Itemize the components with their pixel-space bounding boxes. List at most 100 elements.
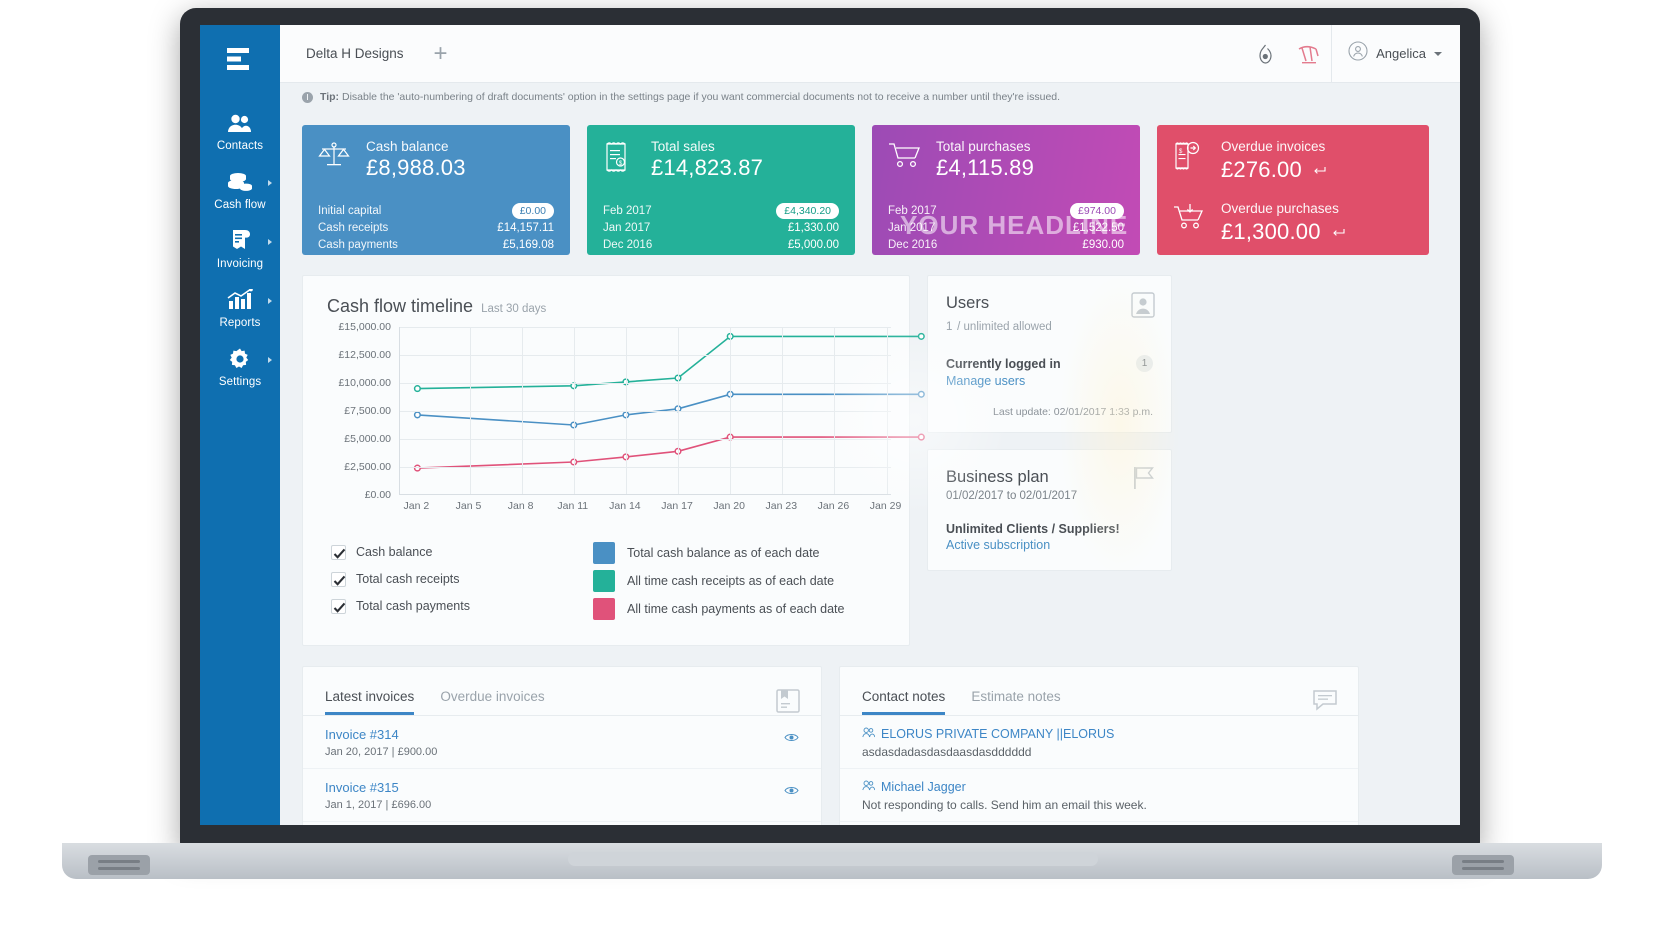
legend-swatch — [593, 570, 615, 592]
series-point[interactable] — [415, 412, 421, 418]
checkbox[interactable] — [331, 545, 346, 560]
cash-flow-timeline-panel: Cash flow timeline Last 30 days £0.00£2,… — [302, 275, 910, 646]
card-row-value: £1,522.50 — [1073, 222, 1124, 234]
series-point[interactable] — [919, 392, 925, 398]
card-row: Cash payments £5,169.08 — [318, 237, 554, 253]
sidebar-item-cash-flow[interactable]: Cash flow — [200, 160, 280, 219]
active-subscription-link[interactable]: Active subscription — [946, 538, 1050, 552]
card-total-purchases[interactable]: Total purchases £4,115.89 Feb 2017 £974.… — [872, 125, 1140, 255]
tab-contact-notes[interactable]: Contact notes — [862, 689, 945, 715]
legend-entry: Total cash balance as of each date — [593, 539, 844, 566]
card-value: £8,988.03 — [366, 155, 466, 181]
add-tab-button[interactable]: + — [434, 42, 448, 66]
refresh-icon[interactable] — [1314, 155, 1328, 181]
note-contact-link[interactable]: Michael Jagger — [862, 780, 1336, 794]
invoice-link[interactable]: Invoice #315 — [325, 780, 799, 795]
cart-down-icon — [1173, 201, 1207, 236]
x-axis-tick: Jan 26 — [818, 500, 850, 512]
series-point[interactable] — [919, 334, 925, 340]
manage-users-link[interactable]: Manage users — [946, 374, 1025, 388]
x-axis-tick: Jan 5 — [456, 500, 482, 512]
bookmark-doc-icon[interactable] — [775, 689, 801, 718]
refresh-icon[interactable] — [1333, 217, 1347, 243]
bar-chart-icon — [227, 287, 253, 313]
toggle-label: Total cash receipts — [356, 572, 460, 586]
chevron-right-icon — [268, 298, 272, 304]
card-total-sales[interactable]: $ Total sales £14,823.87 Feb 2017 — [587, 125, 855, 255]
card-value: £4,115.89 — [936, 155, 1034, 181]
gridline-vertical — [470, 327, 471, 494]
chart-toggle-total-cash-payments[interactable]: Total cash payments — [331, 593, 593, 619]
checkbox[interactable] — [331, 572, 346, 587]
gear-icon — [228, 346, 252, 372]
card-row: Dec 2016 £5,000.00 — [603, 237, 839, 253]
list-item[interactable]: ELORUS PRIVATE COMPANY ||ELORUS asdasdad… — [840, 716, 1358, 769]
logged-in-row: Currently logged in 1 — [946, 355, 1153, 372]
laptop-screen: Contacts — [200, 25, 1460, 825]
card-row: Feb 2017 £974.00 — [888, 203, 1124, 219]
checkbox[interactable] — [331, 599, 346, 614]
sidebar-items: Contacts — [200, 101, 280, 396]
sidebar-item-reports[interactable]: Reports — [200, 278, 280, 337]
flag-icon — [1133, 466, 1155, 495]
workspace-tab[interactable]: Delta H Designs — [306, 46, 404, 61]
sidebar-item-settings[interactable]: Settings — [200, 337, 280, 396]
tab-latest-invoices[interactable]: Latest invoices — [325, 689, 414, 715]
card-rows: Feb 2017 £974.00 Jan 2017 £1,522.50 Dec … — [888, 203, 1124, 253]
sidebar-item-contacts[interactable]: Contacts — [200, 101, 280, 160]
contact-icon — [862, 727, 875, 741]
user-menu[interactable]: Angelica — [1331, 25, 1460, 82]
application-window: Contacts — [200, 25, 1460, 825]
legend-label: Total cash balance as of each date — [627, 546, 820, 560]
y-axis-tick: £10,000.00 — [338, 377, 391, 389]
speech-bubble-icon[interactable] — [1312, 689, 1338, 716]
sidebar-item-label: Contacts — [217, 140, 263, 152]
series-point[interactable] — [415, 386, 421, 392]
gridline-horizontal — [400, 355, 891, 356]
card-row: Dec 2016 £930.00 — [888, 237, 1124, 253]
list-item[interactable]: Invoice #314 Jan 20, 2017 | £900.00 — [303, 716, 821, 769]
invoice-link[interactable]: Invoice #314 — [325, 727, 799, 742]
notes-panel: Contact notes Estimate notes — [839, 666, 1359, 825]
gridline-vertical — [522, 327, 523, 494]
card-title: Overdue purchases — [1221, 201, 1347, 216]
gridline-vertical — [782, 327, 783, 494]
chart-toggle-cash-balance[interactable]: Cash balance — [331, 539, 593, 565]
invoices-panel: Latest invoices Overdue invoices — [302, 666, 822, 825]
users-panel: Users 1 / unlimited allowed Currently lo… — [927, 275, 1172, 433]
tab-estimate-notes[interactable]: Estimate notes — [971, 689, 1060, 715]
elorus-logo-icon[interactable] — [200, 35, 280, 83]
chart-canvas — [399, 327, 891, 495]
user-badge-icon — [1131, 292, 1155, 323]
card-row-key: Feb 2017 — [888, 205, 937, 217]
eye-icon[interactable] — [784, 783, 799, 801]
list-item[interactable]: Martin Freeman — [840, 822, 1358, 825]
card-row-value: £14,157.11 — [497, 222, 554, 234]
card-rows: Feb 2017 £4,340.20 Jan 2017 £1,330.00 De… — [603, 203, 839, 253]
logo-glyph-icon[interactable] — [1287, 43, 1331, 65]
chevron-down-icon — [1434, 52, 1442, 56]
list-item[interactable]: Invoice #315 Jan 1, 2017 | £696.00 — [303, 769, 821, 822]
logged-in-label: Currently logged in — [946, 357, 1061, 371]
note-contact-link[interactable]: ELORUS PRIVATE COMPANY ||ELORUS — [862, 727, 1336, 741]
list-item[interactable]: Michael Jagger Not responding to calls. … — [840, 769, 1358, 822]
card-row-value: £4,340.20 — [776, 203, 839, 219]
x-axis-tick: Jan 23 — [766, 500, 798, 512]
eye-icon[interactable] — [784, 730, 799, 748]
flame-icon[interactable] — [1243, 44, 1287, 64]
bottom-panels-row: Latest invoices Overdue invoices — [280, 646, 1460, 825]
series-point[interactable] — [919, 434, 925, 440]
right-column: Users 1 / unlimited allowed Currently lo… — [927, 275, 1172, 571]
chart-toggle-total-cash-receipts[interactable]: Total cash receipts — [331, 566, 593, 592]
sidebar-item-invoicing[interactable]: Invoicing — [200, 219, 280, 278]
legend-label: All time cash receipts as of each date — [627, 574, 834, 588]
card-title: Cash balance — [366, 139, 466, 154]
tab-overdue-invoices[interactable]: Overdue invoices — [440, 689, 544, 715]
card-overdue[interactable]: $ Overdue invoices £276.00 — [1157, 125, 1429, 255]
legend-entry: All time cash payments as of each date — [593, 595, 844, 622]
gridline-vertical — [730, 327, 731, 494]
users-count-suffix: / unlimited allowed — [957, 321, 1052, 333]
list-item[interactable]: Invoice #313 — [303, 822, 821, 825]
invoice-out-icon: $ — [1173, 139, 1207, 176]
card-cash-balance[interactable]: Cash balance £8,988.03 Initial capital £… — [302, 125, 570, 255]
